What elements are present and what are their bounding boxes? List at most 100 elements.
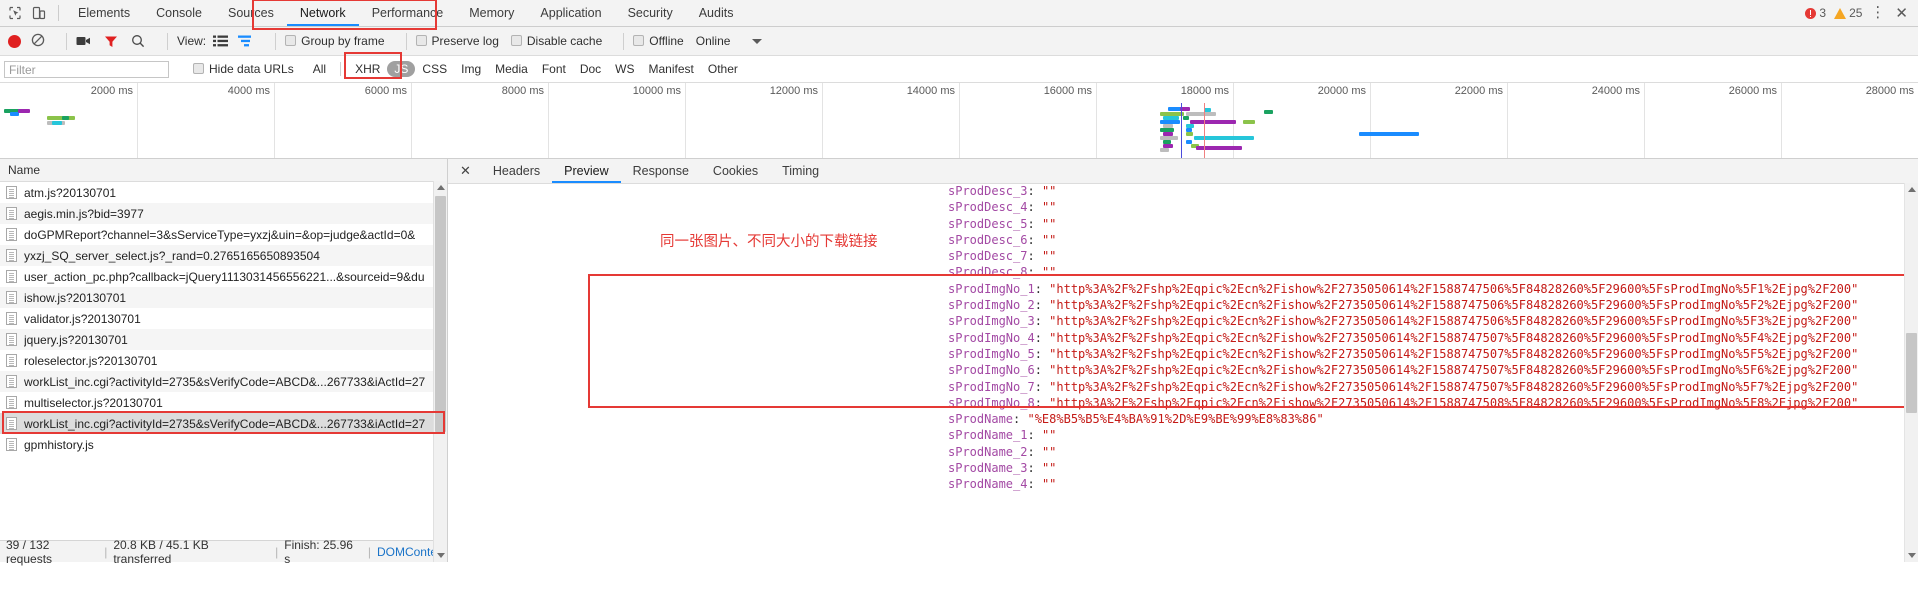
detail-tab-preview[interactable]: Preview	[552, 159, 620, 183]
status-finish: Finish: 25.96 s	[284, 537, 353, 566]
clear-icon[interactable]	[31, 33, 45, 50]
preview-value: ""	[1041, 232, 1057, 247]
tab-audits[interactable]: Audits	[686, 0, 747, 26]
table-row[interactable]: roleselector.js?20130701	[0, 350, 447, 371]
group-by-frame-checkbox[interactable]	[285, 35, 297, 46]
preview-colon: :	[1034, 330, 1050, 345]
table-row[interactable]: doGPMReport?channel=3&sServiceType=yxzj&…	[0, 224, 447, 245]
preview-line: sProdImgNo_3: "http%3A%2F%2Fshp%2Eqpic%2…	[448, 314, 1918, 330]
table-row[interactable]: multiselector.js?20130701	[0, 392, 447, 413]
close-icon[interactable]: ✕	[1893, 4, 1910, 22]
list-view-icon[interactable]	[213, 35, 229, 47]
request-name: gpmhistory.js	[24, 437, 94, 452]
table-row[interactable]: validator.js?20130701	[0, 308, 447, 329]
preview-key: sProdImgNo_2	[948, 298, 1035, 313]
table-row[interactable]: workList_inc.cgi?activityId=2735&sVerify…	[0, 413, 447, 434]
scroll-up-icon[interactable]	[434, 181, 447, 194]
filter-type-ws[interactable]: WS	[608, 61, 641, 77]
column-header-name[interactable]: Name	[8, 163, 40, 177]
tab-network[interactable]: Network	[287, 0, 359, 26]
detail-tab-cookies[interactable]: Cookies	[701, 159, 770, 183]
camera-icon[interactable]	[76, 35, 91, 47]
devtools-tab-list: Elements Console Sources Network Perform…	[65, 0, 746, 26]
hide-data-urls-checkbox[interactable]	[193, 63, 204, 74]
table-row[interactable]: yxzj_SQ_server_select.js?_rand=0.2765165…	[0, 245, 447, 266]
scroll-down-icon[interactable]	[434, 549, 447, 562]
scrollbar-thumb[interactable]	[1906, 333, 1917, 413]
tab-memory[interactable]: Memory	[456, 0, 527, 26]
filter-type-other[interactable]: Other	[701, 61, 745, 77]
preview-colon: :	[1034, 281, 1050, 296]
network-overview[interactable]: 2000 ms 4000 ms 6000 ms 8000 ms 10000 ms 1200…	[0, 83, 1918, 159]
table-row[interactable]: atm.js?20130701	[0, 182, 447, 203]
detail-tab-headers[interactable]: Headers	[481, 159, 552, 183]
preview-line: sProdImgNo_8: "http%3A%2F%2Fshp%2Eqpic%2…	[448, 396, 1918, 412]
request-rows-container[interactable]: atm.js?20130701 aegis.min.js?bid=3977 doGP…	[0, 182, 447, 540]
table-row[interactable]: ishow.js?20130701	[0, 287, 447, 308]
filter-type-doc[interactable]: Doc	[573, 61, 608, 77]
preview-colon: :	[1034, 314, 1050, 329]
vertical-dots-icon[interactable]: ⋮	[1870, 5, 1885, 20]
throttling-value[interactable]: Online	[696, 34, 731, 48]
offline-option[interactable]: Offline	[633, 34, 684, 48]
hide-data-urls-option[interactable]: Hide data URLs	[193, 62, 294, 76]
close-icon[interactable]: ✕	[448, 159, 481, 183]
table-row[interactable]: user_action_pc.php?callback=jQuery111303…	[0, 266, 447, 287]
request-name: doGPMReport?channel=3&sServiceType=yxzj&…	[24, 227, 416, 242]
detail-tab-response[interactable]: Response	[621, 159, 701, 183]
filter-type-img[interactable]: Img	[454, 61, 488, 77]
tabbar-divider	[58, 5, 59, 21]
overview-tick-label: 12000 ms	[769, 85, 818, 97]
overview-request-bar	[1196, 146, 1242, 150]
tab-sources[interactable]: Sources	[215, 0, 287, 26]
preview-line: sProdImgNo_1: "http%3A%2F%2Fshp%2Eqpic%2…	[448, 282, 1918, 298]
disable-cache-option[interactable]: Disable cache	[510, 34, 602, 48]
tab-console[interactable]: Console	[143, 0, 215, 26]
detail-tab-timing[interactable]: Timing	[770, 159, 831, 183]
error-badge[interactable]: 3	[1805, 6, 1826, 20]
table-row[interactable]: aegis.min.js?bid=3977	[0, 203, 447, 224]
funnel-icon[interactable]	[104, 35, 118, 48]
scrollbar-thumb[interactable]	[435, 196, 446, 432]
chevron-down-icon[interactable]	[752, 38, 763, 44]
disable-cache-checkbox[interactable]	[510, 35, 522, 46]
table-row[interactable]: workList_inc.cgi?activityId=2735&sVerify…	[0, 371, 447, 392]
preserve-log-option[interactable]: Preserve log	[415, 34, 499, 48]
inspect-element-icon[interactable]	[8, 6, 22, 20]
filter-type-xhr[interactable]: XHR	[348, 61, 387, 77]
preview-scrollbar[interactable]	[1904, 183, 1918, 562]
record-button-icon[interactable]	[8, 34, 21, 48]
filter-type-css[interactable]: CSS	[415, 61, 454, 77]
filter-type-media[interactable]: Media	[488, 61, 535, 77]
warning-badge[interactable]: 25	[1834, 6, 1862, 20]
tab-performance[interactable]: Performance	[359, 0, 457, 26]
device-toolbar-icon[interactable]	[32, 6, 46, 20]
group-by-frame-option[interactable]: Group by frame	[285, 34, 385, 48]
preview-line: sProdImgNo_7: "http%3A%2F%2Fshp%2Eqpic%2…	[448, 380, 1918, 396]
filter-type-js[interactable]: JS	[387, 61, 416, 77]
offline-checkbox[interactable]	[633, 35, 645, 46]
filter-type-manifest[interactable]: Manifest	[642, 61, 701, 77]
tab-application[interactable]: Application	[527, 0, 614, 26]
script-file-icon	[6, 249, 17, 262]
annotation-note: 同一张图片、不同大小的下载链接	[660, 234, 878, 250]
filter-type-all[interactable]: All	[306, 61, 333, 77]
scroll-down-icon[interactable]	[1905, 549, 1918, 562]
preview-line: sProdImgNo_2: "http%3A%2F%2Fshp%2Eqpic%2…	[448, 298, 1918, 314]
devtools-window: Elements Console Sources Network Perform…	[0, 0, 1918, 596]
tab-elements[interactable]: Elements	[65, 0, 143, 26]
waterfall-view-icon[interactable]	[238, 35, 253, 47]
preview-line: sProdDesc_8: ""	[448, 265, 1918, 281]
preserve-log-checkbox[interactable]	[415, 35, 427, 46]
filter-type-font[interactable]: Font	[535, 61, 573, 77]
tab-security[interactable]: Security	[615, 0, 686, 26]
script-file-icon	[6, 312, 17, 325]
scroll-up-icon[interactable]	[1905, 183, 1918, 196]
table-row[interactable]: jquery.js?20130701	[0, 329, 447, 350]
table-row[interactable]: gpmhistory.js	[0, 434, 447, 455]
preview-colon: :	[1027, 232, 1042, 247]
search-icon[interactable]	[131, 34, 145, 48]
preview-content[interactable]: sProdDesc_3: "" sProdDesc_4: "" sProdDesc_…	[448, 184, 1918, 562]
filter-input[interactable]: Filter	[4, 60, 169, 78]
request-list-scrollbar[interactable]	[433, 181, 447, 562]
